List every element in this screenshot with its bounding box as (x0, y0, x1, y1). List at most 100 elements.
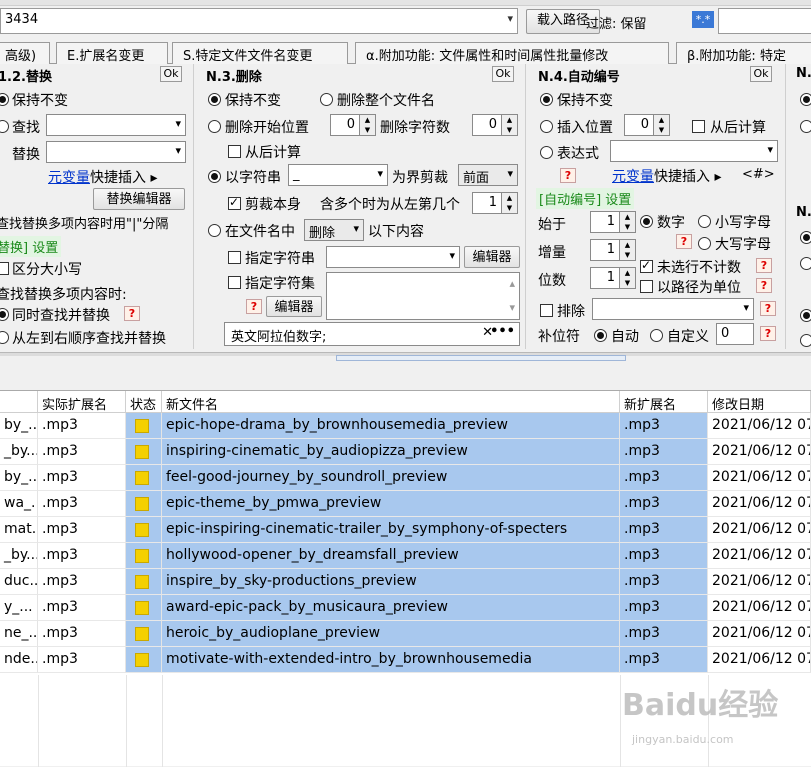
cell-name[interactable]: motivate-with-extended-intro_by_brownhou… (162, 647, 620, 673)
replace-find-radio[interactable] (0, 120, 9, 133)
cell-orig[interactable]: duc... (0, 569, 38, 595)
updown-icon[interactable]: ▲ ▼ (501, 115, 517, 135)
help-icon[interactable]: ? (560, 168, 576, 183)
from-end-checkbox[interactable] (228, 145, 241, 158)
table-row[interactable]: nde....mp3motivate-with-extended-intro_b… (0, 647, 811, 673)
cell-ext[interactable]: .mp3 (38, 647, 126, 673)
help-icon[interactable]: ? (246, 299, 262, 314)
cell-new-ext[interactable]: .mp3 (620, 569, 708, 595)
cell-name[interactable]: feel-good-journey_by_soundroll_preview (162, 465, 620, 491)
cell-ext[interactable]: .mp3 (38, 439, 126, 465)
cell-new-ext[interactable]: .mp3 (620, 647, 708, 673)
number-quick-insert[interactable]: 元变量快捷插入 ▸ (612, 166, 721, 186)
cell-orig[interactable]: y_... (0, 595, 38, 621)
left-to-right-radio[interactable] (0, 331, 9, 344)
updown-icon[interactable]: ▲ ▼ (359, 115, 375, 135)
number-keep-radio[interactable] (540, 93, 553, 106)
column-header-modified[interactable]: 修改日期 (708, 391, 811, 413)
cell-ext[interactable]: .mp3 (38, 569, 126, 595)
replace-ok-button[interactable]: Ok (160, 66, 182, 82)
table-row[interactable]: y_... .mp3 award-epic-pack_by_musicaura_pr… (0, 595, 811, 621)
help-icon[interactable]: ? (756, 278, 772, 293)
cell-new-ext[interactable]: .mp3 (620, 595, 708, 621)
charset-value-field[interactable]: 英文阿拉伯数字; ✕ ••• (224, 322, 520, 346)
updown-icon[interactable]: ▲ ▼ (501, 193, 517, 213)
digit-count-spinner[interactable]: 1 ▲ ▼ (590, 267, 636, 289)
chevron-down-icon[interactable]: ▾ (507, 12, 513, 25)
table-row[interactable]: mat....mp3epic-inspiring-cinematic-trail… (0, 517, 811, 543)
table-row[interactable]: duc....mp3inspire_by_sky-productions_pre… (0, 569, 811, 595)
tab-attribute-time-batch[interactable]: α.附加功能: 文件属性和时间属性批量修改 (355, 42, 669, 64)
cell-new-ext[interactable]: .mp3 (620, 543, 708, 569)
nth-spinner[interactable]: 1 ▲ ▼ (472, 192, 518, 214)
pad-custom-field[interactable]: 0 (716, 323, 754, 345)
delete-keep-radio[interactable] (208, 93, 221, 106)
help-icon[interactable]: ? (756, 258, 772, 273)
specify-string-combobox[interactable]: ▾ (326, 246, 460, 268)
cell-name[interactable]: inspire_by_sky-productions_preview (162, 569, 620, 595)
specify-string-checkbox[interactable] (228, 251, 241, 264)
increment-spinner[interactable]: 1 ▲ ▼ (590, 239, 636, 261)
by-path-checkbox[interactable] (640, 280, 653, 293)
cell-orig[interactable]: by_... (0, 413, 38, 439)
cell-date[interactable]: 2021/06/12 07 (708, 491, 811, 517)
table-row[interactable]: by_... .mp3 feel-good-journey_by_soundroll… (0, 465, 811, 491)
cell-ext[interactable]: .mp3 (38, 413, 126, 439)
updown-icon[interactable]: ▲ ▼ (619, 268, 635, 288)
delete-count-spinner[interactable]: 0 ▲ ▼ (472, 114, 518, 136)
cell-ext[interactable]: .mp3 (38, 543, 126, 569)
lowercase-radio[interactable] (698, 215, 711, 228)
cell-new-ext[interactable]: .mp3 (620, 517, 708, 543)
simultaneous-radio[interactable] (0, 308, 9, 321)
cell-name[interactable]: hollywood-opener_by_dreamsfall_preview (162, 543, 620, 569)
tab-extra-feature[interactable]: β.附加功能: 特定 (676, 42, 811, 64)
partial-radio[interactable] (800, 334, 811, 347)
by-string-radio[interactable] (208, 170, 221, 183)
cell-orig[interactable]: nde... (0, 647, 38, 673)
help-icon[interactable]: ? (760, 326, 776, 341)
cell-name[interactable]: award-epic-pack_by_musicaura_preview (162, 595, 620, 621)
help-icon[interactable]: ? (124, 306, 140, 321)
replace-combobox[interactable]: ▾ (46, 141, 186, 163)
uppercase-radio[interactable] (698, 237, 711, 250)
cell-date[interactable]: 2021/06/12 07 (708, 569, 811, 595)
filter-chip[interactable]: *.* (692, 11, 714, 28)
cell-ext[interactable]: .mp3 (38, 491, 126, 517)
table-row[interactable]: ne_....mp3heroic_by_audioplane_preview.m… (0, 621, 811, 647)
splitter-handle[interactable] (336, 355, 626, 361)
cell-ext[interactable]: .mp3 (38, 465, 126, 491)
path-combobox[interactable]: 3434 ▾ (0, 8, 518, 34)
replace-keep-radio[interactable] (0, 93, 9, 106)
table-row[interactable]: by_... .mp3 epic-hope-drama_by_brownhousem… (0, 413, 811, 439)
partial-radio[interactable] (800, 231, 811, 244)
cell-status[interactable] (126, 517, 162, 543)
cell-orig[interactable]: _by... (0, 543, 38, 569)
expression-combobox[interactable]: ▾ (610, 140, 778, 162)
partial-radio[interactable] (800, 120, 811, 133)
cell-orig[interactable]: _by... (0, 439, 38, 465)
partial-radio[interactable] (800, 257, 811, 270)
cell-new-ext[interactable]: .mp3 (620, 465, 708, 491)
cell-status[interactable] (126, 543, 162, 569)
specify-charset-checkbox[interactable] (228, 276, 241, 289)
delete-start-spinner[interactable]: 0 ▲ ▼ (330, 114, 376, 136)
partial-radio[interactable] (800, 309, 811, 322)
tab-advanced[interactable]: 高级) (0, 42, 50, 64)
cell-status[interactable] (126, 465, 162, 491)
cell-status[interactable] (126, 413, 162, 439)
insert-pos-spinner[interactable]: 0 ▲ ▼ (624, 114, 670, 136)
column-header-new-ext[interactable]: 新扩展名 (620, 391, 708, 413)
column-header-original[interactable] (0, 391, 38, 413)
pad-custom-radio[interactable] (650, 329, 663, 342)
expression-radio[interactable] (540, 146, 553, 159)
cell-name[interactable]: epic-inspiring-cinematic-trailer_by_symp… (162, 517, 620, 543)
cell-orig[interactable]: ne_... (0, 621, 38, 647)
cell-name[interactable]: inspiring-cinematic_by_audiopizza_previe… (162, 439, 620, 465)
filter-input[interactable] (718, 8, 811, 34)
digits-radio[interactable] (640, 215, 653, 228)
column-header-actual-ext[interactable]: 实际扩展名 (38, 391, 126, 413)
pad-auto-radio[interactable] (594, 329, 607, 342)
delete-mode-select[interactable]: 删除 ▾ (304, 219, 364, 241)
cell-status[interactable] (126, 647, 162, 673)
updown-icon[interactable]: ▲ ▼ (653, 115, 669, 135)
